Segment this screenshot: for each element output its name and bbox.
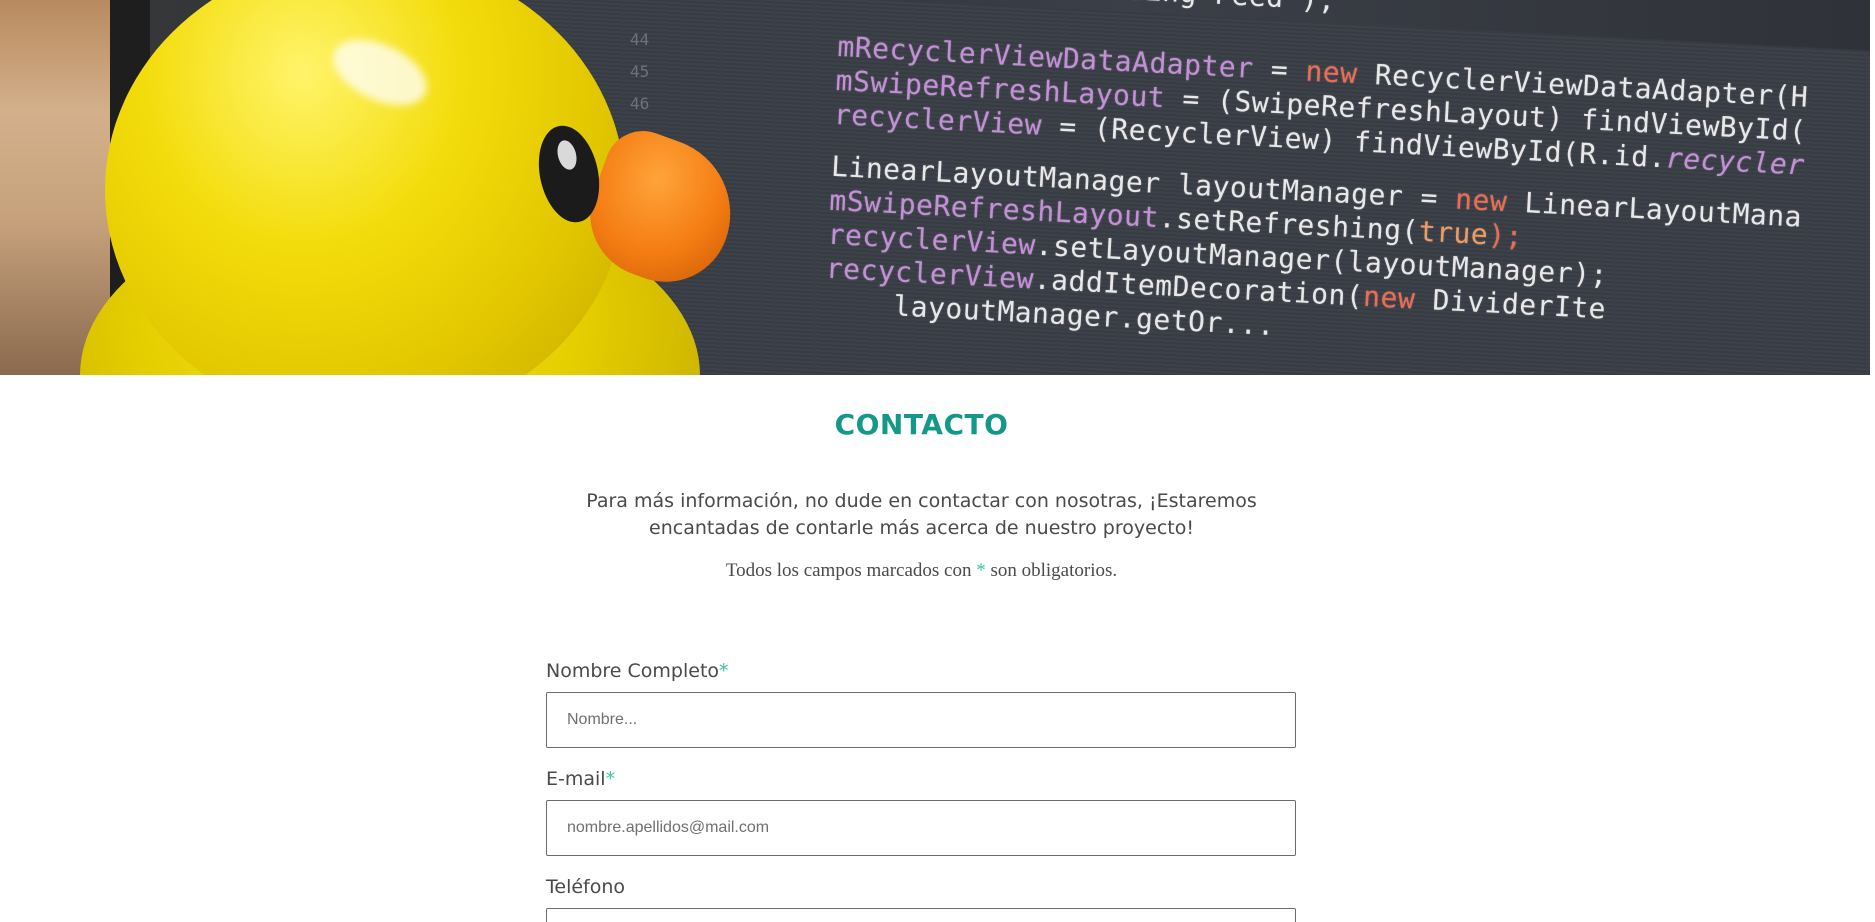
required-note-prefix: Todos los campos marcados con [725,560,977,581]
code-token: LinearLayoutMana [1506,185,1803,234]
code-keyword: new [1362,279,1417,316]
hero-image: 44 45 46 47 42 43 "Trending Feed"); mRec… [0,0,1870,375]
line-number: 44 [630,30,650,49]
required-note-suffix: son obligatorios. [985,560,1118,581]
required-fields-note: Todos los campos marcados con * son obli… [0,560,1843,582]
phone-label: Teléfono [546,876,625,898]
page-title: CONTACTO [834,408,1009,441]
email-label: E-mail* [546,768,615,790]
contact-page: 44 45 46 47 42 43 "Trending Feed"); mRec… [0,0,1875,922]
line-number: 46 [630,94,650,113]
code-keyword: new [1304,54,1359,91]
code-text: "Trending Feed"); mRecyclerViewDataAdapt… [819,0,1870,375]
code-token: recycler [1665,141,1806,182]
required-marker: * [605,768,616,790]
required-marker: * [976,560,986,581]
code-keyword: true [1418,214,1490,252]
code-keyword: new [1454,182,1509,219]
name-field[interactable] [546,692,1296,748]
email-label-text: E-mail [546,768,606,790]
name-label: Nombre Completo* [546,660,729,682]
email-field[interactable] [546,800,1296,856]
name-label-text: Nombre Completo [546,660,720,682]
code-token: = [1252,51,1307,88]
code-token: .getOr... [1117,301,1276,343]
intro-text: Para más información, no dude en contact… [586,490,1257,539]
code-token: ); [1487,218,1524,254]
phone-label-text: Teléfono [546,876,626,898]
line-number: 45 [630,62,650,81]
phone-field[interactable] [546,908,1296,922]
required-marker: * [719,660,729,682]
